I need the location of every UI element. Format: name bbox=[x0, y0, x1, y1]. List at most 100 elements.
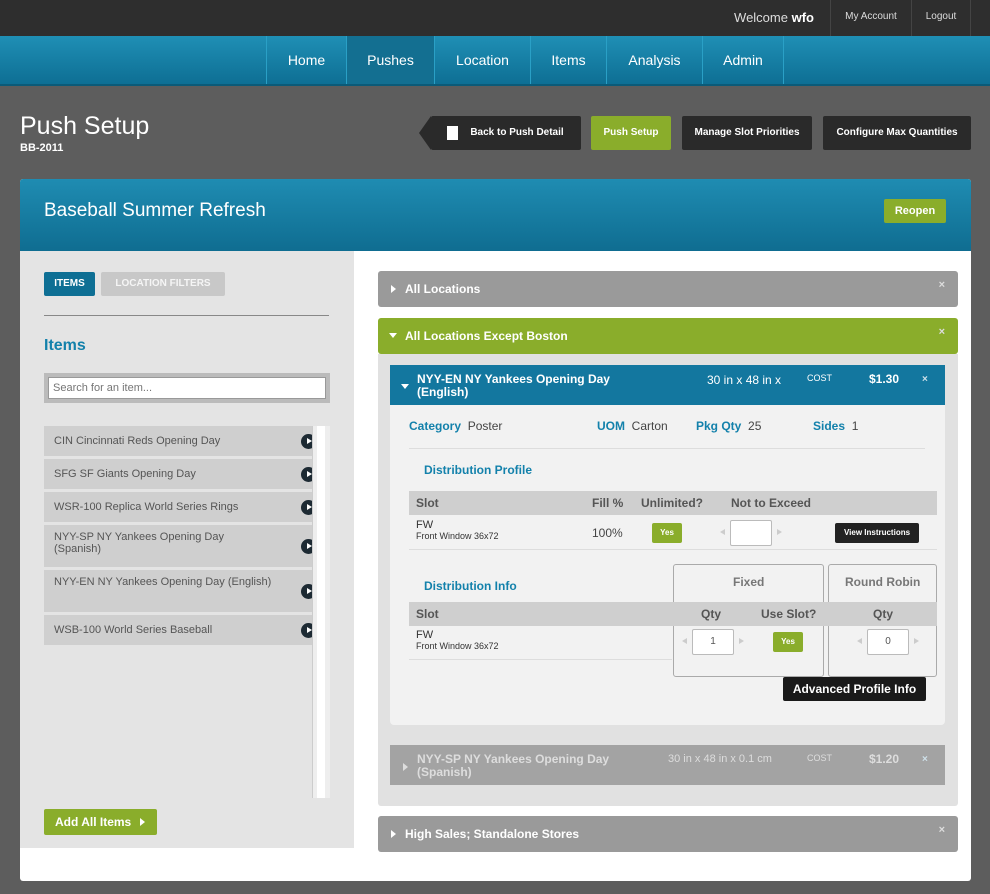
divider bbox=[409, 549, 937, 550]
expand-arrow-icon bbox=[403, 763, 408, 771]
distribution-profile-heading: Distribution Profile bbox=[424, 463, 532, 477]
slot-description: Front Window 36x72 bbox=[416, 531, 499, 541]
item-name: NYY-SP NY Yankees Opening Day (Spanish) bbox=[417, 752, 610, 779]
col-use-slot: Use Slot? bbox=[761, 607, 817, 621]
back-button-label: Back to Push Detail bbox=[470, 127, 564, 138]
fixed-header: Fixed bbox=[733, 575, 765, 589]
collapse-arrow-icon bbox=[401, 384, 409, 389]
decrement-icon[interactable] bbox=[857, 638, 862, 644]
divider bbox=[409, 659, 672, 660]
close-icon[interactable]: × bbox=[939, 824, 945, 836]
fixed-qty-stepper[interactable]: 1 bbox=[678, 629, 748, 655]
uom-attr: UOM Carton bbox=[597, 419, 668, 433]
push-setup-button[interactable]: Push Setup bbox=[591, 116, 671, 150]
not-to-exceed-stepper[interactable] bbox=[716, 520, 786, 546]
group-label: All Locations bbox=[405, 282, 481, 296]
close-icon[interactable]: × bbox=[939, 326, 945, 338]
nav-home[interactable]: Home bbox=[266, 36, 346, 84]
main-nav: Home Pushes Location Items Analysis Admi… bbox=[0, 36, 990, 86]
info-table-header: Slot Qty Use Slot? Qty bbox=[409, 602, 937, 626]
welcome-message: Welcome wfo bbox=[734, 10, 814, 25]
increment-icon[interactable] bbox=[914, 638, 919, 644]
group-label: All Locations Except Boston bbox=[405, 329, 568, 343]
unlimited-toggle[interactable]: Yes bbox=[652, 523, 682, 543]
item-header-sp[interactable]: NYY-SP NY Yankees Opening Day (Spanish) … bbox=[390, 745, 945, 785]
cost-label: COST bbox=[807, 753, 833, 763]
logout-link[interactable]: Logout bbox=[911, 0, 971, 36]
expand-arrow-icon bbox=[391, 285, 396, 293]
item-size: 30 in x 48 in x 0.1 cm bbox=[668, 753, 772, 765]
round-robin-qty-stepper[interactable]: 0 bbox=[853, 629, 923, 655]
pkg-qty-label: Pkg Qty bbox=[696, 419, 742, 433]
nav-location[interactable]: Location bbox=[434, 36, 530, 84]
use-slot-toggle[interactable]: Yes bbox=[773, 632, 803, 652]
not-to-exceed-input[interactable] bbox=[730, 520, 772, 546]
col-unlimited: Unlimited? bbox=[641, 496, 703, 510]
group-label: High Sales; Standalone Stores bbox=[405, 827, 580, 841]
document-icon bbox=[447, 126, 458, 140]
fill-percent: 100% bbox=[592, 526, 623, 540]
col-qty: Qty bbox=[701, 607, 722, 621]
view-instructions-button[interactable]: View Instructions bbox=[835, 523, 919, 543]
decrement-icon[interactable] bbox=[720, 529, 725, 535]
col-slot: Slot bbox=[416, 496, 439, 510]
expand-arrow-icon bbox=[391, 830, 396, 838]
close-icon[interactable]: × bbox=[922, 754, 928, 765]
info-slot-cell: FW Front Window 36x72 bbox=[416, 630, 499, 652]
item-size: 30 in x 48 in x bbox=[707, 373, 782, 387]
welcome-label: Welcome bbox=[734, 10, 788, 25]
groups-area: All Locations × All Locations Except Bos… bbox=[20, 179, 971, 881]
page-title: Push Setup bbox=[20, 112, 150, 140]
round-robin-qty-input[interactable]: 0 bbox=[867, 629, 909, 655]
group-all-locations[interactable]: All Locations × bbox=[378, 271, 958, 307]
fixed-qty-input[interactable]: 1 bbox=[692, 629, 734, 655]
col-rr-qty: Qty bbox=[873, 607, 894, 621]
item-price: $1.20 bbox=[869, 752, 900, 766]
push-code: BB-2011 bbox=[20, 142, 64, 154]
collapse-arrow-icon bbox=[389, 333, 397, 338]
group-high-sales[interactable]: High Sales; Standalone Stores × bbox=[378, 816, 958, 852]
manage-slot-priorities-button[interactable]: Manage Slot Priorities bbox=[682, 116, 812, 150]
username: wfo bbox=[791, 10, 814, 25]
decrement-icon[interactable] bbox=[682, 638, 687, 644]
sides-label: Sides bbox=[813, 419, 846, 433]
increment-icon[interactable] bbox=[739, 638, 744, 644]
col-slot: Slot bbox=[416, 607, 439, 621]
increment-icon[interactable] bbox=[777, 529, 782, 535]
group-body: NYY-EN NY Yankees Opening Day (English) … bbox=[378, 354, 958, 806]
profile-table-header: Slot Fill % Unlimited? Not to Exceed bbox=[409, 491, 937, 515]
advanced-profile-info-button[interactable]: Advanced Profile Info bbox=[783, 677, 926, 701]
slot-code: FW bbox=[416, 629, 434, 641]
category-value: Poster bbox=[467, 419, 503, 433]
distribution-info-heading: Distribution Info bbox=[424, 579, 517, 593]
close-icon[interactable]: × bbox=[922, 374, 928, 385]
col-fill: Fill % bbox=[592, 496, 624, 510]
profile-slot-cell: FW Front Window 36x72 bbox=[416, 520, 499, 542]
round-robin-header: Round Robin bbox=[845, 575, 921, 589]
close-icon[interactable]: × bbox=[939, 279, 945, 291]
nav-pushes[interactable]: Pushes bbox=[346, 36, 434, 84]
nav-items[interactable]: Items bbox=[530, 36, 606, 84]
cost-label: COST bbox=[807, 373, 833, 383]
category-attr: Category Poster bbox=[409, 419, 502, 433]
category-label: Category bbox=[409, 419, 462, 433]
group-except-boston[interactable]: All Locations Except Boston × bbox=[378, 318, 958, 354]
sides-attr: Sides 1 bbox=[813, 419, 858, 433]
slot-description: Front Window 36x72 bbox=[416, 641, 499, 651]
back-to-push-detail-button[interactable]: Back to Push Detail bbox=[419, 116, 581, 150]
item-name: NYY-EN NY Yankees Opening Day (English) bbox=[417, 372, 610, 399]
configure-max-quantities-button[interactable]: Configure Max Quantities bbox=[823, 116, 971, 150]
col-not-to-exceed: Not to Exceed bbox=[731, 496, 812, 510]
item-price: $1.30 bbox=[869, 372, 900, 386]
pkg-qty-attr: Pkg Qty 25 bbox=[696, 419, 761, 433]
uom-value: Carton bbox=[631, 419, 668, 433]
item-header-en[interactable]: NYY-EN NY Yankees Opening Day (English) … bbox=[390, 365, 945, 405]
item-detail: Category Poster UOM Carton Pkg Qty 25 Si… bbox=[390, 405, 945, 725]
nav-analysis[interactable]: Analysis bbox=[606, 36, 702, 84]
sides-value: 1 bbox=[851, 419, 859, 433]
uom-label: UOM bbox=[597, 419, 625, 433]
top-bar: Welcome wfo My Account Logout bbox=[0, 0, 990, 36]
nav-admin[interactable]: Admin bbox=[702, 36, 784, 84]
divider bbox=[409, 448, 925, 449]
my-account-link[interactable]: My Account bbox=[830, 0, 911, 36]
